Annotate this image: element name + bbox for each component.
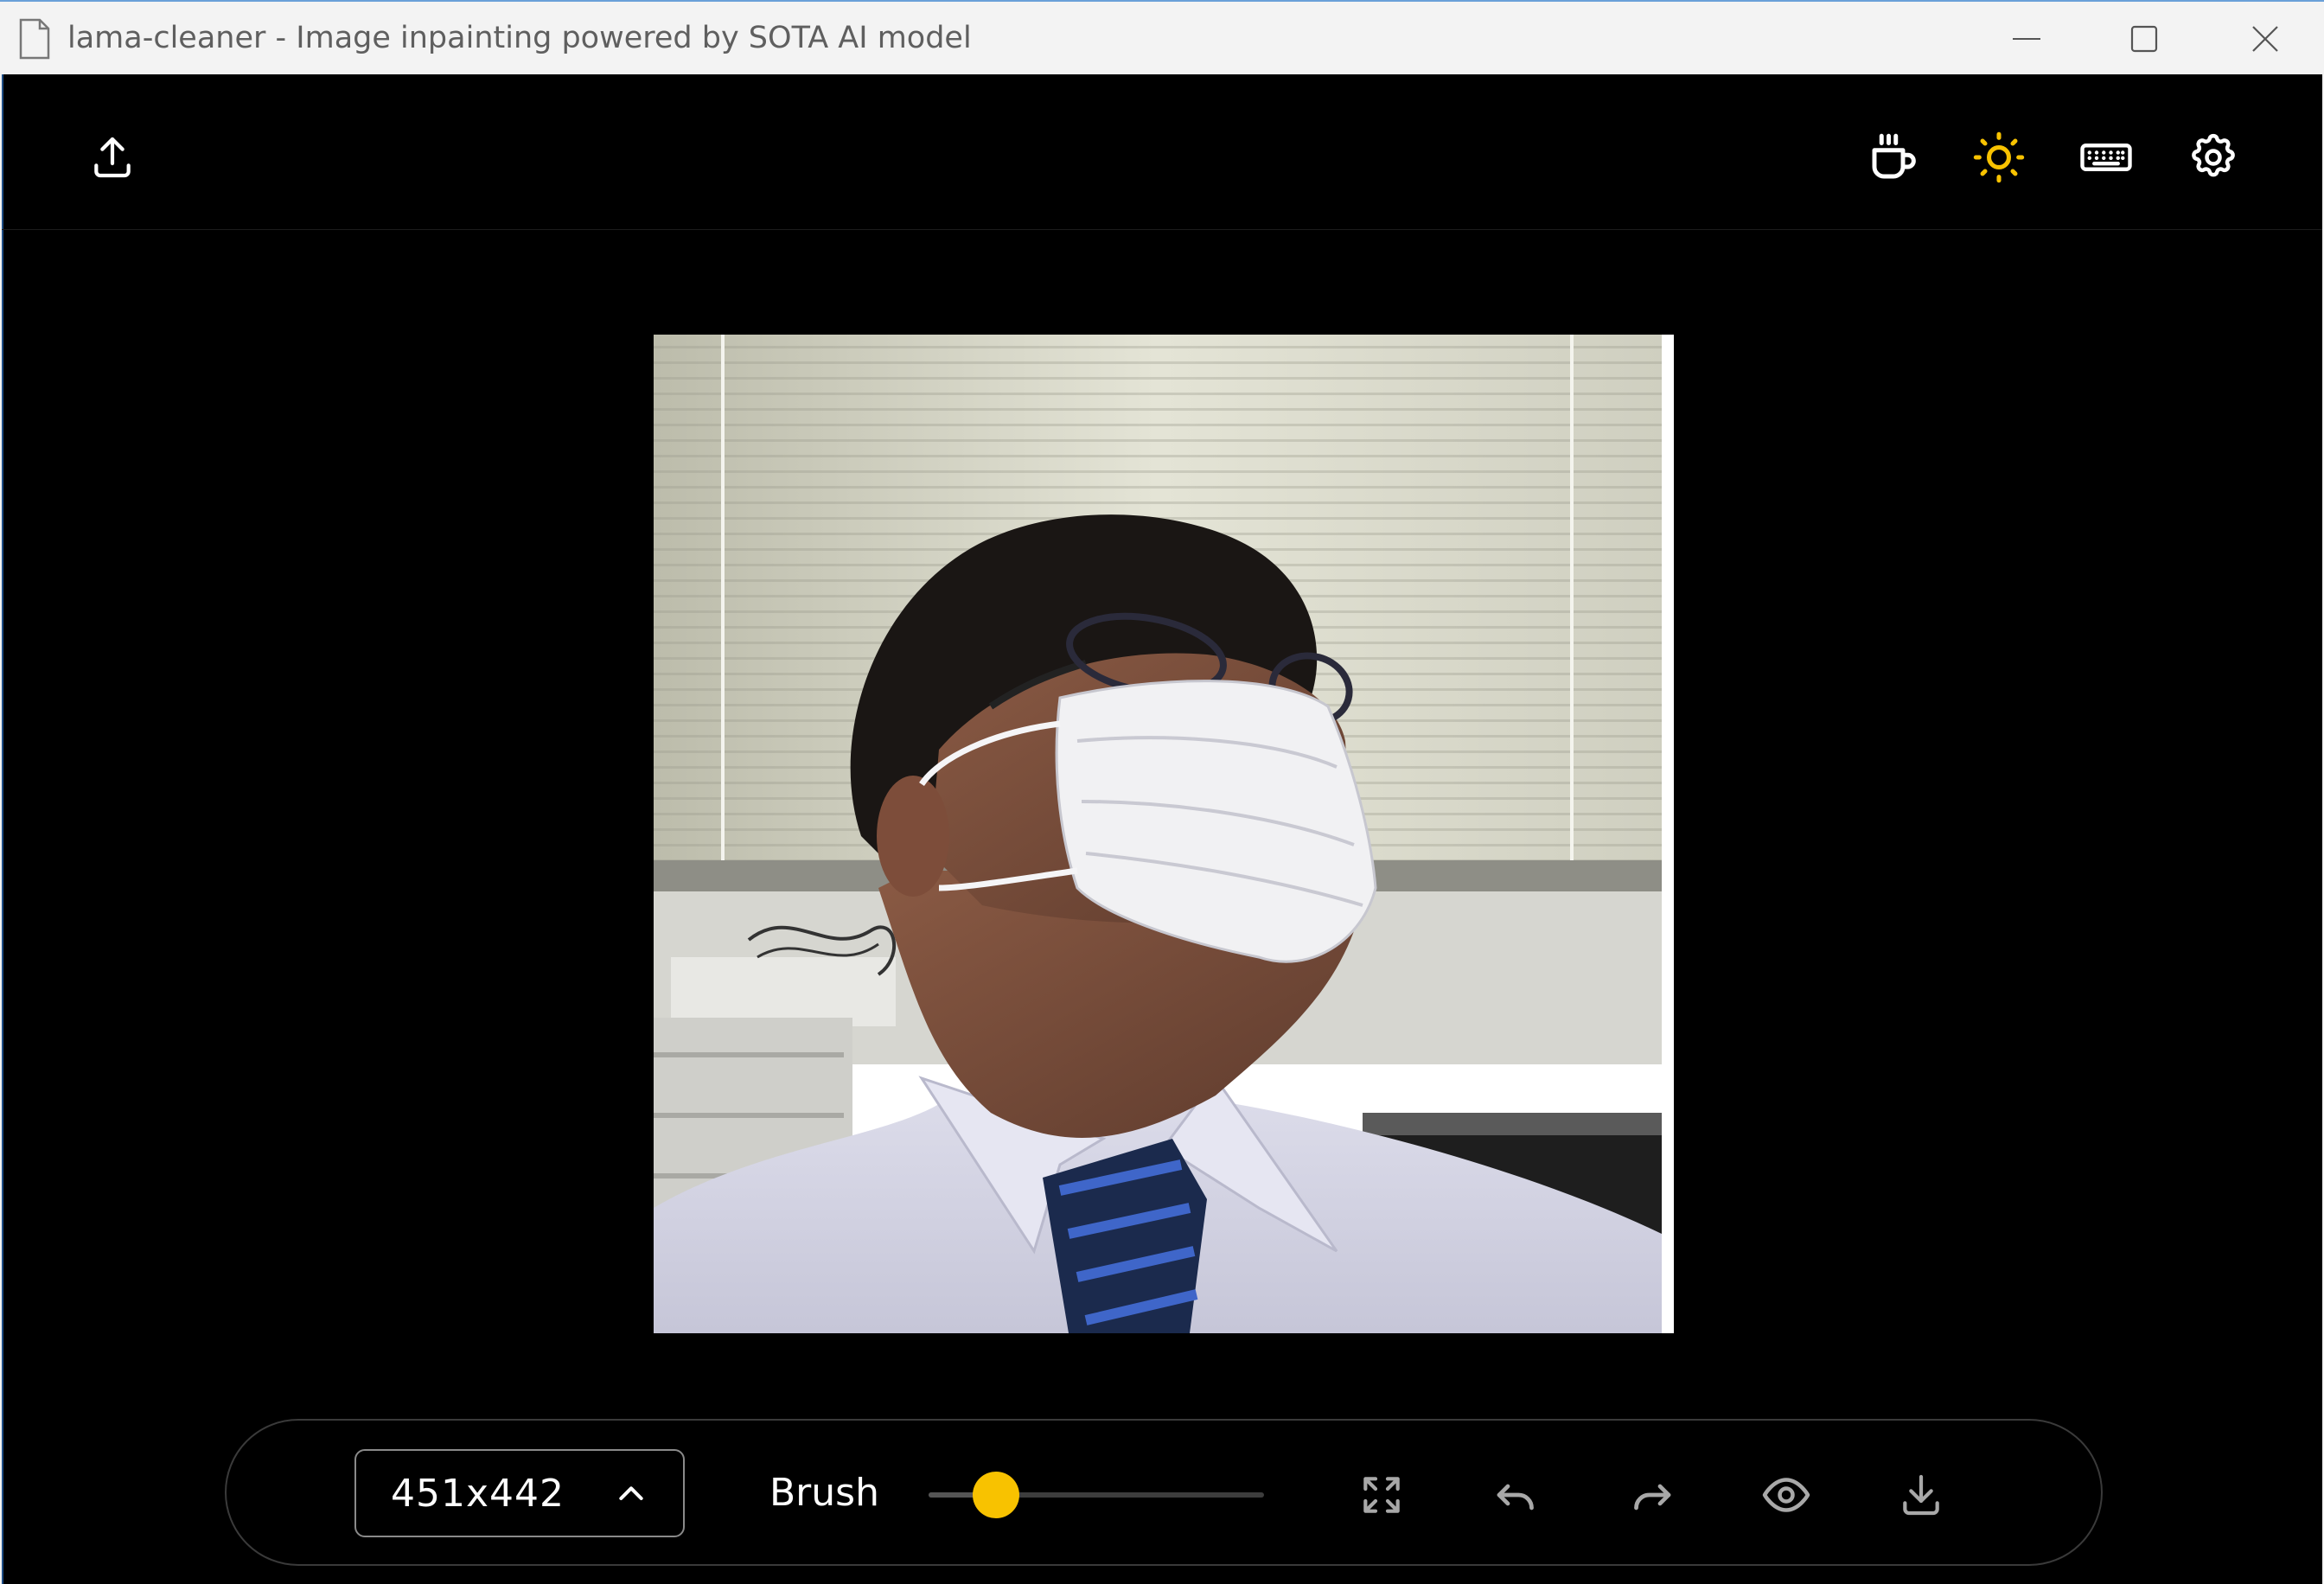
- download-icon: [1903, 1474, 1939, 1516]
- upload-icon: [94, 137, 131, 178]
- photo-person-wearing-mask: [654, 335, 1674, 1333]
- window-titlebar: lama-cleaner - Image inpainting powered …: [0, 0, 2324, 74]
- editor-toolbar: 451x442 Brush: [225, 1419, 2103, 1566]
- coffee-icon: [1872, 133, 1916, 179]
- app-header: [2, 74, 2322, 230]
- brush-size-slider[interactable]: [929, 1472, 1264, 1518]
- chevron-up-icon: [619, 1486, 643, 1500]
- app-root: 451x442 Brush: [2, 74, 2322, 1584]
- brush-size-slider-thumb[interactable]: [972, 1472, 1019, 1518]
- shortcuts-button[interactable]: [2073, 125, 2139, 190]
- undo-icon: [1497, 1484, 1534, 1511]
- theme-toggle-button[interactable]: [1966, 125, 2032, 190]
- fullscreen-icon: [1363, 1477, 1400, 1513]
- undo-button[interactable]: [1478, 1457, 1555, 1533]
- minimize-button[interactable]: [1968, 2, 2085, 76]
- keyboard-icon: [2080, 144, 2132, 171]
- redo-icon: [1634, 1484, 1671, 1511]
- eye-icon: [1762, 1478, 1810, 1512]
- maximize-icon: [2130, 25, 2158, 53]
- close-icon: [2252, 26, 2278, 52]
- document-icon: [19, 18, 50, 60]
- toggle-original-button[interactable]: [1748, 1457, 1824, 1533]
- coffee-button[interactable]: [1861, 125, 1926, 190]
- download-button[interactable]: [1883, 1457, 1959, 1533]
- brush-label: Brush: [769, 1471, 879, 1515]
- minimize-icon: [2013, 38, 2040, 40]
- settings-button[interactable]: [2180, 125, 2246, 190]
- maximize-button[interactable]: [2085, 2, 2203, 76]
- sun-icon: [1973, 131, 2025, 183]
- redo-button[interactable]: [1613, 1457, 1689, 1533]
- editor-canvas-image[interactable]: [654, 335, 1674, 1333]
- gear-icon: [2192, 133, 2235, 177]
- close-button[interactable]: [2206, 2, 2324, 76]
- upload-button[interactable]: [80, 125, 145, 190]
- image-size-selector[interactable]: 451x442: [354, 1449, 685, 1537]
- image-size-value: 451x442: [391, 1472, 565, 1516]
- window-title: lama-cleaner - Image inpainting powered …: [67, 21, 972, 55]
- reset-zoom-button[interactable]: [1344, 1457, 1420, 1533]
